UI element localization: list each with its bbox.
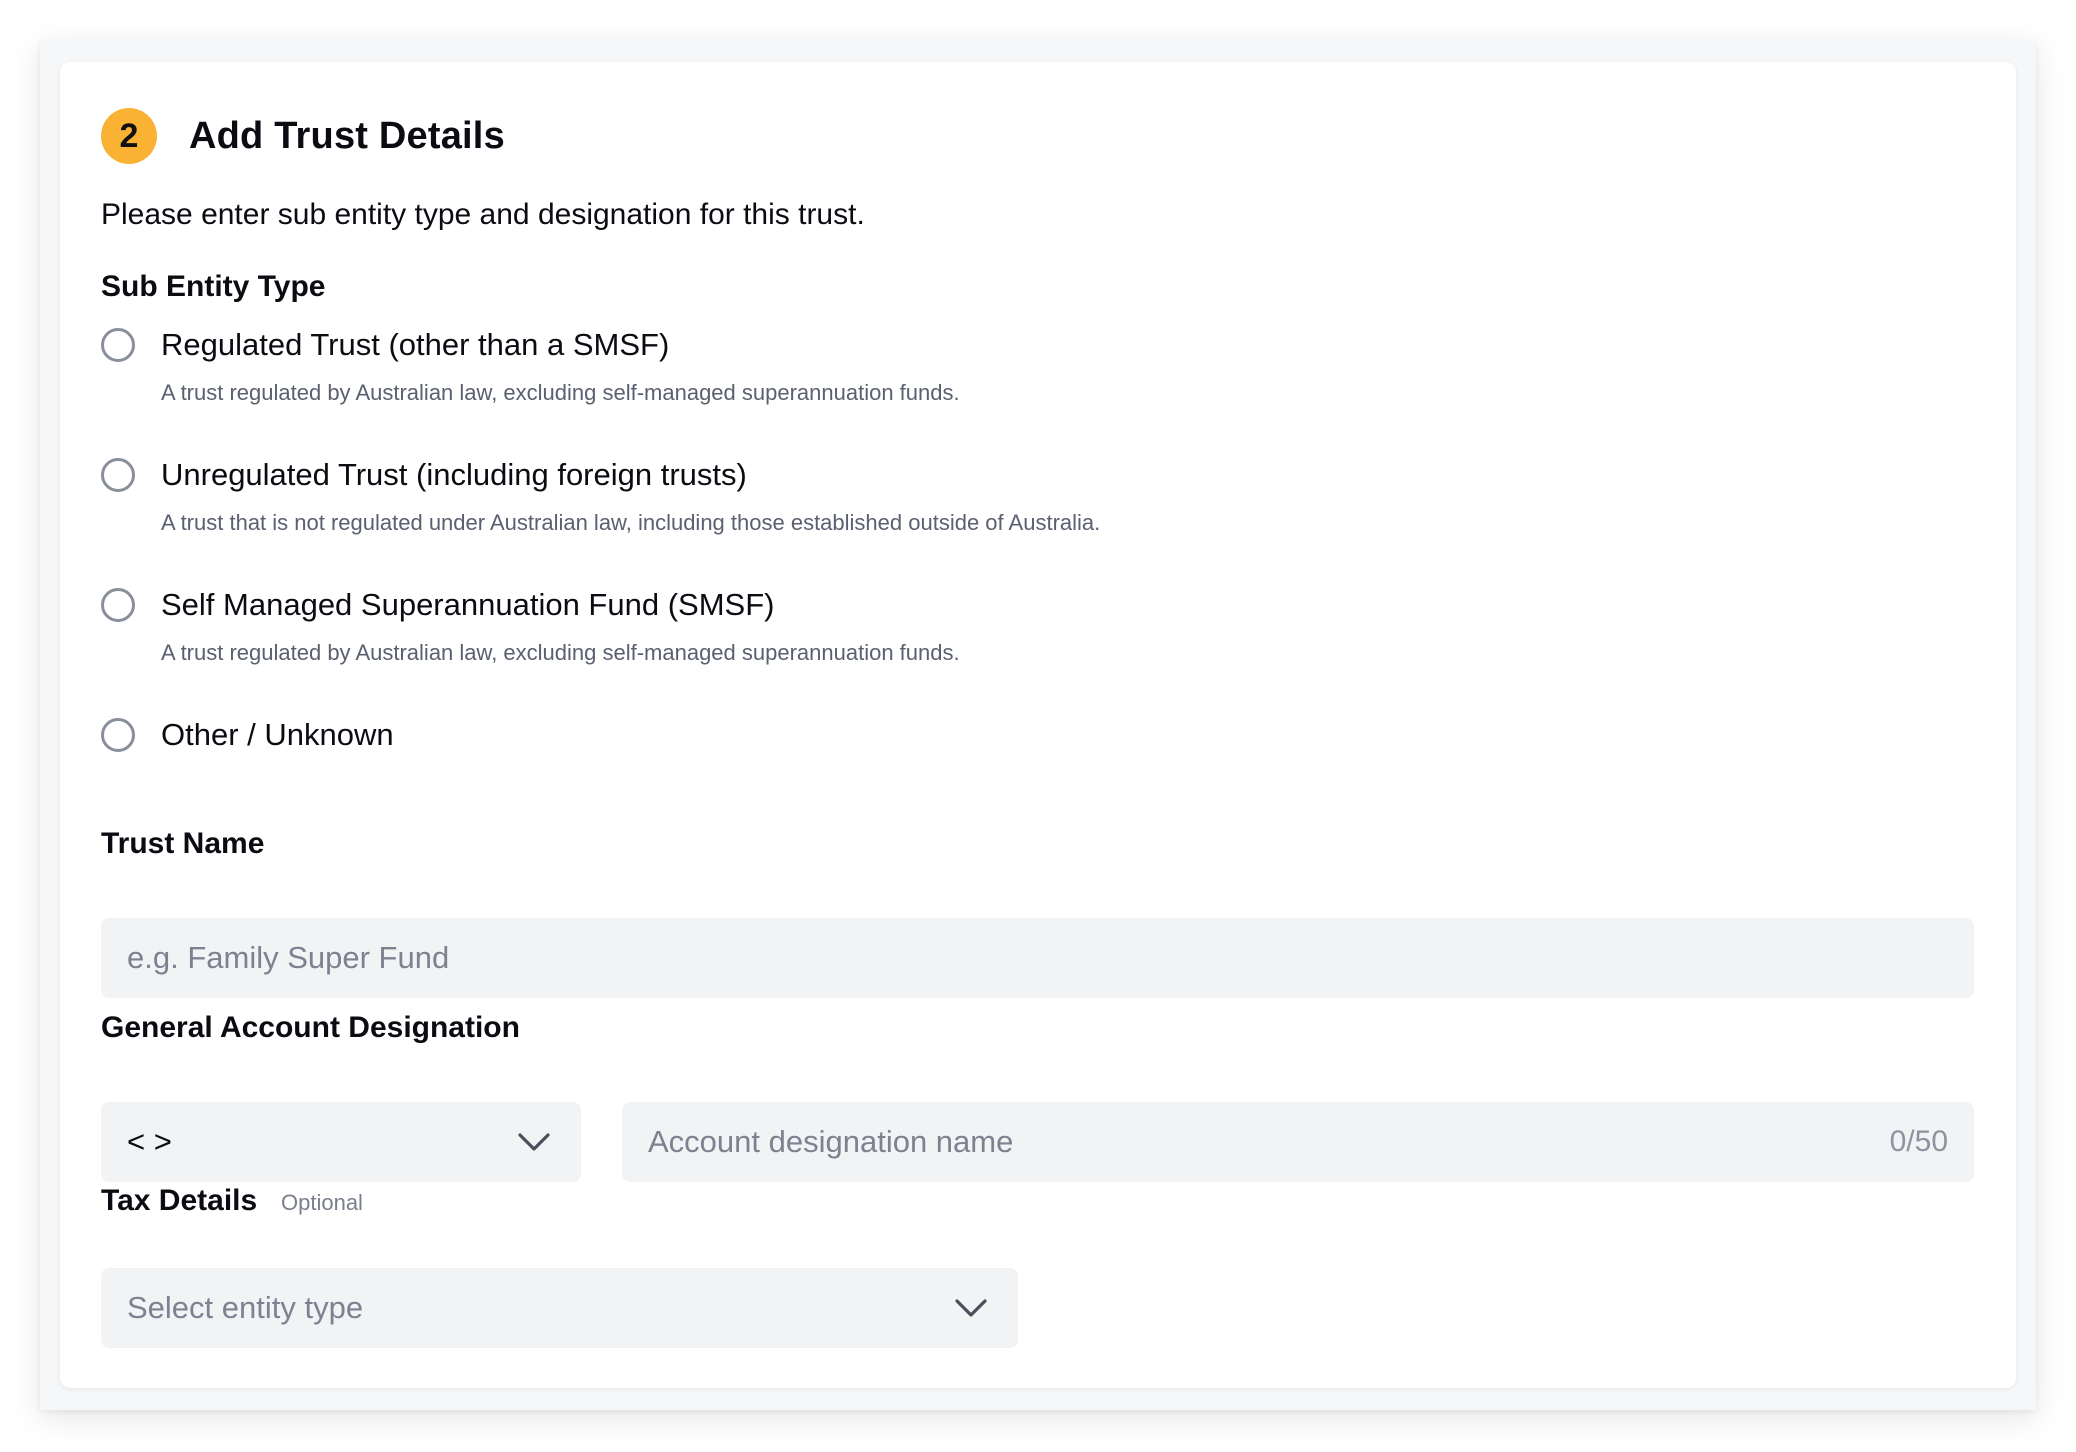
radio-label: Unregulated Trust (including foreign tru… [161,457,747,492]
radio-description: A trust regulated by Australian law, exc… [161,640,960,665]
radio-label: Regulated Trust (other than a SMSF) [161,327,670,362]
radio-button[interactable] [101,328,135,362]
radio-description: A trust that is not regulated under Aust… [161,510,1101,535]
designation-name-placeholder: Account designation name [648,1124,1014,1159]
chevron-down-icon [518,1133,550,1151]
trust-name-input[interactable]: e.g. Family Super Fund [101,918,1974,998]
tax-details-label: Tax Details [101,1184,258,1217]
step-description: Please enter sub entity type and designa… [101,198,865,231]
radio-label: Self Managed Superannuation Fund (SMSF) [161,587,775,622]
radio-option-smsf[interactable]: Self Managed Superannuation Fund (SMSF) [101,587,774,623]
trust-name-placeholder: e.g. Family Super Fund [127,940,450,975]
page-title: Add Trust Details [189,114,505,157]
radio-description: A trust regulated by Australian law, exc… [161,380,960,405]
radio-option-other-unknown[interactable]: Other / Unknown [101,717,394,753]
radio-button[interactable] [101,718,135,752]
page-frame: 2 Add Trust Details Please enter sub ent… [40,40,2036,1410]
trust-name-label: Trust Name [101,827,265,860]
radio-option-unregulated-trust[interactable]: Unregulated Trust (including foreign tru… [101,457,747,493]
radio-button[interactable] [101,588,135,622]
entity-type-placeholder: Select entity type [127,1290,364,1325]
optional-tag: Optional [281,1190,363,1215]
sub-entity-type-label: Sub Entity Type [101,270,326,303]
radio-option-regulated-trust[interactable]: Regulated Trust (other than a SMSF) [101,327,669,363]
step-number-badge: 2 [101,108,157,164]
radio-label: Other / Unknown [161,717,394,752]
account-designation-label: General Account Designation [101,1011,520,1044]
entity-type-select[interactable]: Select entity type [101,1268,1018,1348]
designation-type-value: < > [127,1124,172,1159]
character-counter: 0/50 [1889,1125,1948,1158]
step-header: 2 Add Trust Details [101,108,505,164]
designation-type-select[interactable]: < > [101,1102,581,1182]
trust-details-card: 2 Add Trust Details Please enter sub ent… [60,62,2016,1388]
account-designation-name-input[interactable]: Account designation name 0/50 [622,1102,1974,1182]
chevron-down-icon [955,1299,987,1317]
radio-button[interactable] [101,458,135,492]
